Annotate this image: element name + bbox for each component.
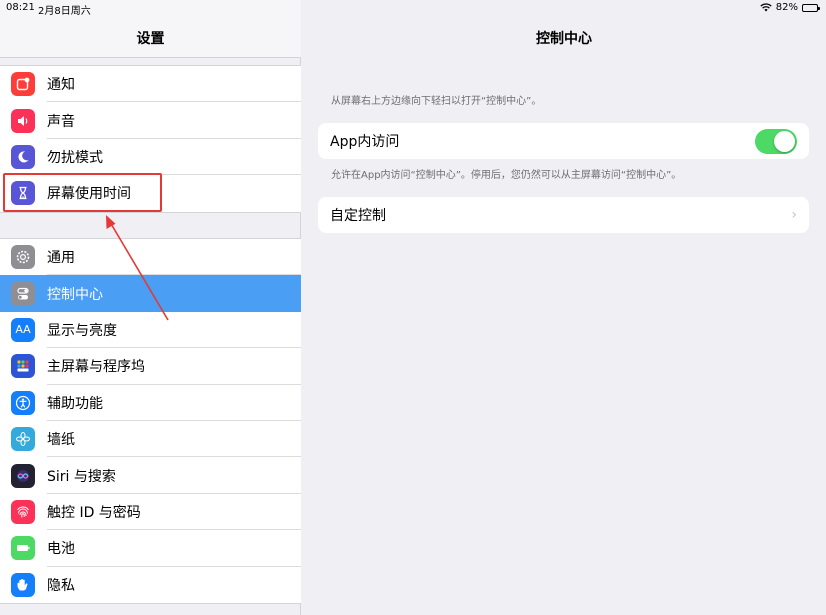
sidebar-item-privacy[interactable]: 隐私 xyxy=(0,566,301,603)
switches-icon xyxy=(11,281,35,306)
sidebar-item-general[interactable]: 通用 xyxy=(0,239,301,276)
gear-icon xyxy=(11,245,35,270)
sidebar-item-do-not-disturb[interactable]: 勿扰模式 xyxy=(0,138,301,176)
sidebar-item-label: 勿扰模式 xyxy=(47,149,103,166)
app-access-row: App内访问 xyxy=(318,123,809,159)
battery-icon xyxy=(11,536,35,561)
sidebar-item-screen-time[interactable]: 屏幕使用时间 xyxy=(0,175,301,212)
sidebar-item-sounds[interactable]: 声音 xyxy=(0,102,301,140)
accessibility-icon xyxy=(11,390,35,415)
hand-icon xyxy=(11,572,35,597)
sidebar-item-accessibility[interactable]: 辅助功能 xyxy=(0,384,301,422)
sidebar-item-control-center[interactable]: 控制中心 xyxy=(0,275,301,312)
fingerprint-icon xyxy=(11,499,35,524)
sidebar-item-label: 触控 ID 与密码 xyxy=(47,504,141,521)
sidebar-item-home-screen-dock[interactable]: 主屏幕与程序坞 xyxy=(0,348,301,385)
sidebar-item-wallpaper[interactable]: 墙纸 xyxy=(0,420,301,458)
hourglass-icon xyxy=(11,181,35,206)
app-access-note: 允许在App内访问“控制中心”。停用后，您仍然可以从主屏幕访问“控制中心”。 xyxy=(331,170,682,181)
text-size-icon: AA xyxy=(11,317,35,342)
sidebar-item-label: 控制中心 xyxy=(47,286,103,303)
sidebar-item-label: 辅助功能 xyxy=(47,395,103,412)
sidebar-item-label: 通知 xyxy=(47,77,75,94)
flower-icon xyxy=(11,427,35,452)
chevron-right-icon: › xyxy=(791,207,797,223)
sidebar-item-battery[interactable]: 电池 xyxy=(0,530,301,567)
status-right: 82% xyxy=(760,2,820,13)
sidebar-item-label: 通用 xyxy=(47,250,75,267)
sidebar-item-label: 隐私 xyxy=(47,577,75,594)
sidebar-item-touch-id-passcode[interactable]: 触控 ID 与密码 xyxy=(0,493,301,531)
customize-controls-label: 自定控制 xyxy=(330,208,386,224)
settings-group-2: 通用 控制中心 AA 显示与亮度 主屏幕与程序坞 辅助功能 墙纸 Siri 与搜… xyxy=(0,238,301,604)
sidebar-item-label: Siri 与搜索 xyxy=(47,468,116,485)
status-date: 2月8日周六 xyxy=(38,6,91,17)
settings-group-1: 通知 声音 勿扰模式 屏幕使用时间 xyxy=(0,65,301,213)
sidebar-item-label: 屏幕使用时间 xyxy=(47,186,131,203)
toggle-knob xyxy=(774,130,795,152)
status-time: 08:21 xyxy=(6,2,35,13)
sidebar-item-label: 墙纸 xyxy=(47,432,75,449)
sidebar-item-label: 电池 xyxy=(47,541,75,558)
status-bar: 08:21 2月8日周六 82% xyxy=(0,0,826,17)
customize-controls-row[interactable]: 自定控制 › xyxy=(318,197,809,233)
battery-status-icon xyxy=(802,3,820,12)
siri-icon xyxy=(11,463,35,488)
app-access-label: App内访问 xyxy=(330,134,400,150)
sidebar-title: 设置 xyxy=(136,31,165,47)
page-title: 控制中心 xyxy=(536,31,592,47)
battery-percent: 82% xyxy=(775,2,798,13)
sidebar-item-label: 主屏幕与程序坞 xyxy=(47,359,145,376)
speaker-icon xyxy=(11,108,35,133)
sidebar-item-label: 声音 xyxy=(47,113,75,130)
settings-sidebar: 设置 通知 声音 勿扰模式 屏幕使用时间 通用 控制中心 AA 显示与亮度 主屏… xyxy=(0,0,301,615)
top-note: 从屏幕右上方边缘向下轻扫以打开“控制中心”。 xyxy=(331,96,542,107)
sidebar-item-siri-search[interactable]: Siri 与搜索 xyxy=(0,457,301,495)
app-access-toggle[interactable] xyxy=(755,128,797,154)
home-grid-icon xyxy=(11,354,35,379)
notification-icon xyxy=(11,72,35,97)
sidebar-item-display-brightness[interactable]: AA 显示与亮度 xyxy=(0,311,301,349)
wifi-icon xyxy=(760,3,772,12)
moon-icon xyxy=(11,144,35,169)
sidebar-item-notifications[interactable]: 通知 xyxy=(0,66,301,103)
detail-pane: 控制中心 从屏幕右上方边缘向下轻扫以打开“控制中心”。 App内访问 允许在Ap… xyxy=(302,0,826,615)
sidebar-item-label: 显示与亮度 xyxy=(47,322,117,339)
